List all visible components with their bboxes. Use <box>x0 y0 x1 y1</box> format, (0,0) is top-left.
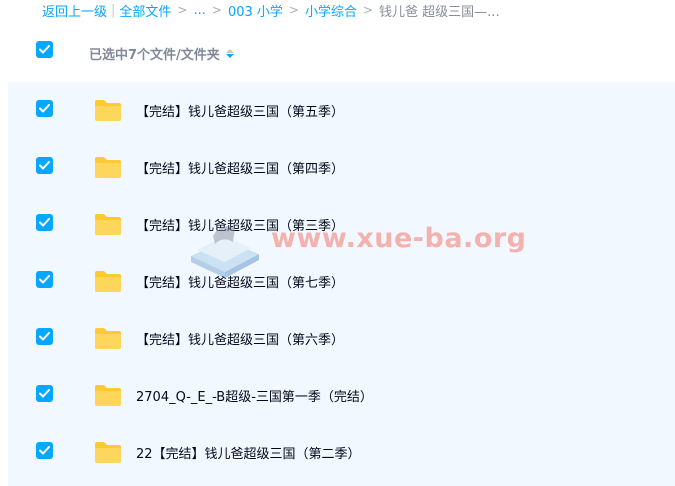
folder-icon <box>95 271 121 292</box>
list-item[interactable]: 【完结】钱儿爸超级三国（第七季） <box>8 253 675 310</box>
checkmark-icon <box>39 446 50 455</box>
breadcrumb-item-all-files[interactable]: 全部文件 <box>119 1 171 20</box>
chevron-right-icon: > <box>177 3 188 17</box>
chevron-right-icon: > <box>211 3 222 17</box>
row-checkbox[interactable] <box>36 157 53 174</box>
checkmark-icon <box>39 45 50 54</box>
row-checkbox[interactable] <box>36 328 53 345</box>
list-item[interactable]: 【完结】钱儿爸超级三国（第四季） <box>8 139 675 196</box>
sort-icon[interactable] <box>225 49 234 58</box>
breadcrumb-item-primary-school[interactable]: 003 小学 <box>228 1 283 20</box>
breadcrumb-divider: | <box>111 2 116 18</box>
breadcrumb-item-ellipsis[interactable]: ... <box>193 3 205 18</box>
folder-icon <box>95 385 121 406</box>
folder-icon <box>95 214 121 235</box>
file-name[interactable]: 【完结】钱儿爸超级三国（第七季） <box>136 272 344 291</box>
checkmark-icon <box>39 275 50 284</box>
back-link[interactable]: 返回上一级 <box>42 1 107 20</box>
breadcrumb-current: 钱儿爸 超级三国—... <box>379 4 500 20</box>
folder-icon <box>95 157 121 178</box>
row-checkbox[interactable] <box>36 100 53 117</box>
folder-icon <box>95 442 121 463</box>
file-list: 【完结】钱儿爸超级三国（第五季） 【完结】钱儿爸超级三国（第四季） 【完结】钱儿… <box>8 82 675 486</box>
chevron-right-icon: > <box>362 3 374 17</box>
list-item[interactable]: 【完结】钱儿爸超级三国（第六季） <box>8 310 675 367</box>
checkmark-icon <box>39 161 50 170</box>
list-item[interactable]: 【完结】钱儿爸超级三国（第五季） <box>8 82 675 139</box>
row-checkbox[interactable] <box>36 442 53 459</box>
selection-count-label: 已选中7个文件/文件夹 <box>89 44 234 63</box>
list-item[interactable]: 2704_Q-_E_-B超级-三国第一季（完结） <box>8 367 675 424</box>
chevron-right-icon: > <box>288 3 299 17</box>
file-name[interactable]: 【完结】钱儿爸超级三国（第三季） <box>136 215 344 234</box>
checkmark-icon <box>39 104 50 113</box>
checkmark-icon <box>39 332 50 341</box>
file-name[interactable]: 22【完结】钱儿爸超级三国（第二季） <box>136 443 361 462</box>
checkmark-icon <box>39 389 50 398</box>
folder-icon <box>95 328 121 349</box>
selection-count-text: 已选中7个文件/文件夹 <box>89 48 220 63</box>
list-item[interactable]: 22【完结】钱儿爸超级三国（第二季） <box>8 424 675 481</box>
file-name[interactable]: 【完结】钱儿爸超级三国（第四季） <box>136 158 344 177</box>
list-header: 已选中7个文件/文件夹 <box>0 30 675 76</box>
row-checkbox[interactable] <box>36 385 53 402</box>
checkmark-icon <box>39 218 50 227</box>
breadcrumb-item-comprehensive[interactable]: 小学综合 <box>305 1 357 20</box>
file-name[interactable]: 【完结】钱儿爸超级三国（第五季） <box>136 101 344 120</box>
file-name[interactable]: 2704_Q-_E_-B超级-三国第一季（完结） <box>136 386 373 405</box>
file-name[interactable]: 【完结】钱儿爸超级三国（第六季） <box>136 329 344 348</box>
list-item[interactable]: 【完结】钱儿爸超级三国（第三季） <box>8 196 675 253</box>
row-checkbox[interactable] <box>36 271 53 288</box>
file-browser: 返回上一级 | 全部文件 > ... > 003 小学 > 小学综合 > 钱儿爸… <box>0 0 675 486</box>
select-all-checkbox[interactable] <box>36 41 53 58</box>
row-checkbox[interactable] <box>36 214 53 231</box>
folder-icon <box>95 100 121 121</box>
breadcrumb: 返回上一级 | 全部文件 > ... > 003 小学 > 小学综合 > 钱儿爸… <box>42 0 500 20</box>
